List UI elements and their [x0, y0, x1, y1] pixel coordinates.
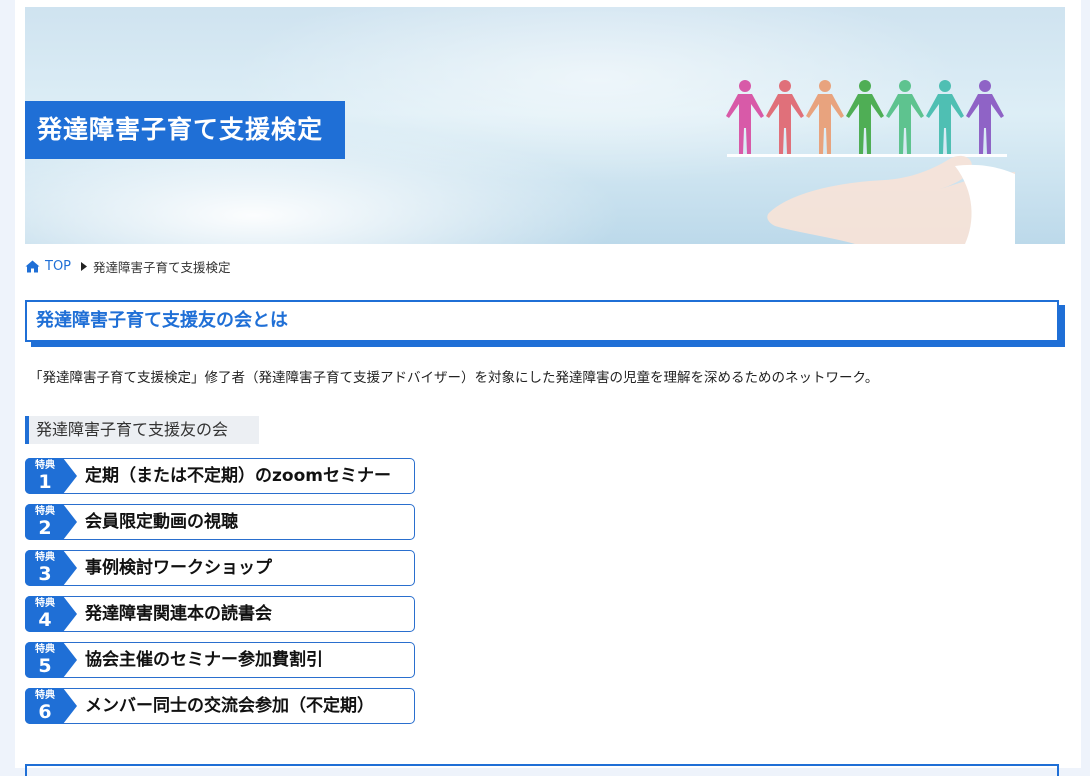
person-figure: [766, 80, 804, 154]
hero-banner: 発達障害子育て支援検定: [25, 7, 1065, 244]
person-figure: [846, 80, 884, 154]
person-figure: [726, 80, 764, 154]
benefit-text: 会員限定動画の視聴: [85, 512, 238, 532]
person-figure: [806, 80, 844, 154]
benefits-list: 特典 1 定期（または不定期）のzoomセミナー 特典 2 会員限定動画の視聴 …: [25, 458, 415, 734]
benefit-text: メンバー同士の交流会参加（不定期）: [85, 696, 374, 716]
benefit-badge-number: 4: [38, 609, 52, 631]
benefit-item: 特典 2 会員限定動画の視聴: [25, 504, 415, 540]
benefit-text: 定期（または不定期）のzoomセミナー: [85, 466, 391, 486]
benefit-badge-number: 2: [38, 517, 52, 539]
benefit-item: 特典 1 定期（または不定期）のzoomセミナー: [25, 458, 415, 494]
caret-right-icon: [81, 261, 88, 271]
benefit-badge-number: 1: [38, 471, 52, 493]
benefit-badge-number: 6: [38, 701, 52, 723]
benefit-badge-number: 3: [38, 563, 52, 585]
benefit-badge: 特典 3: [25, 550, 77, 586]
next-section-box: [25, 764, 1059, 776]
benefit-badge: 特典 5: [25, 642, 77, 678]
benefit-item: 特典 6 メンバー同士の交流会参加（不定期）: [25, 688, 415, 724]
benefit-text: 発達障害関連本の読書会: [85, 604, 272, 624]
section-intro: 「発達障害子育て支援検定」修了者（発達障害子育て支援アドバイザー）を対象にした発…: [29, 370, 879, 386]
benefit-item: 特典 4 発達障害関連本の読書会: [25, 596, 415, 632]
breadcrumb-home-link[interactable]: TOP: [25, 259, 71, 274]
benefit-badge: 特典 6: [25, 688, 77, 724]
benefit-badge: 特典 1: [25, 458, 77, 494]
person-figure: [886, 80, 924, 154]
benefit-item: 特典 5 協会主催のセミナー参加費割引: [25, 642, 415, 678]
subsection-title: 発達障害子育て支援友の会: [25, 416, 259, 444]
benefit-text: 事例検討ワークショップ: [85, 558, 272, 578]
breadcrumb-home-label: TOP: [45, 258, 72, 274]
banner-title: 発達障害子育て支援検定: [25, 101, 345, 159]
benefit-badge: 特典 4: [25, 596, 77, 632]
section-title: 発達障害子育て支援友の会とは: [25, 300, 1059, 342]
person-figure: [926, 80, 964, 154]
home-icon: [25, 260, 40, 272]
people-on-hand-illustration: [726, 80, 1015, 244]
breadcrumb-current: 発達障害子育て支援検定: [93, 259, 231, 275]
benefit-item: 特典 3 事例検討ワークショップ: [25, 550, 415, 586]
benefit-badge: 特典 2: [25, 504, 77, 540]
benefit-badge-number: 5: [38, 655, 52, 677]
benefit-text: 協会主催のセミナー参加費割引: [85, 650, 323, 670]
page: 発達障害子育て支援検定 TOP 発達障害子育て支援検定 発達障害子育て支援友の会…: [15, 0, 1081, 776]
breadcrumb: TOP 発達障害子育て支援検定: [25, 257, 231, 275]
person-figure: [966, 80, 1004, 154]
